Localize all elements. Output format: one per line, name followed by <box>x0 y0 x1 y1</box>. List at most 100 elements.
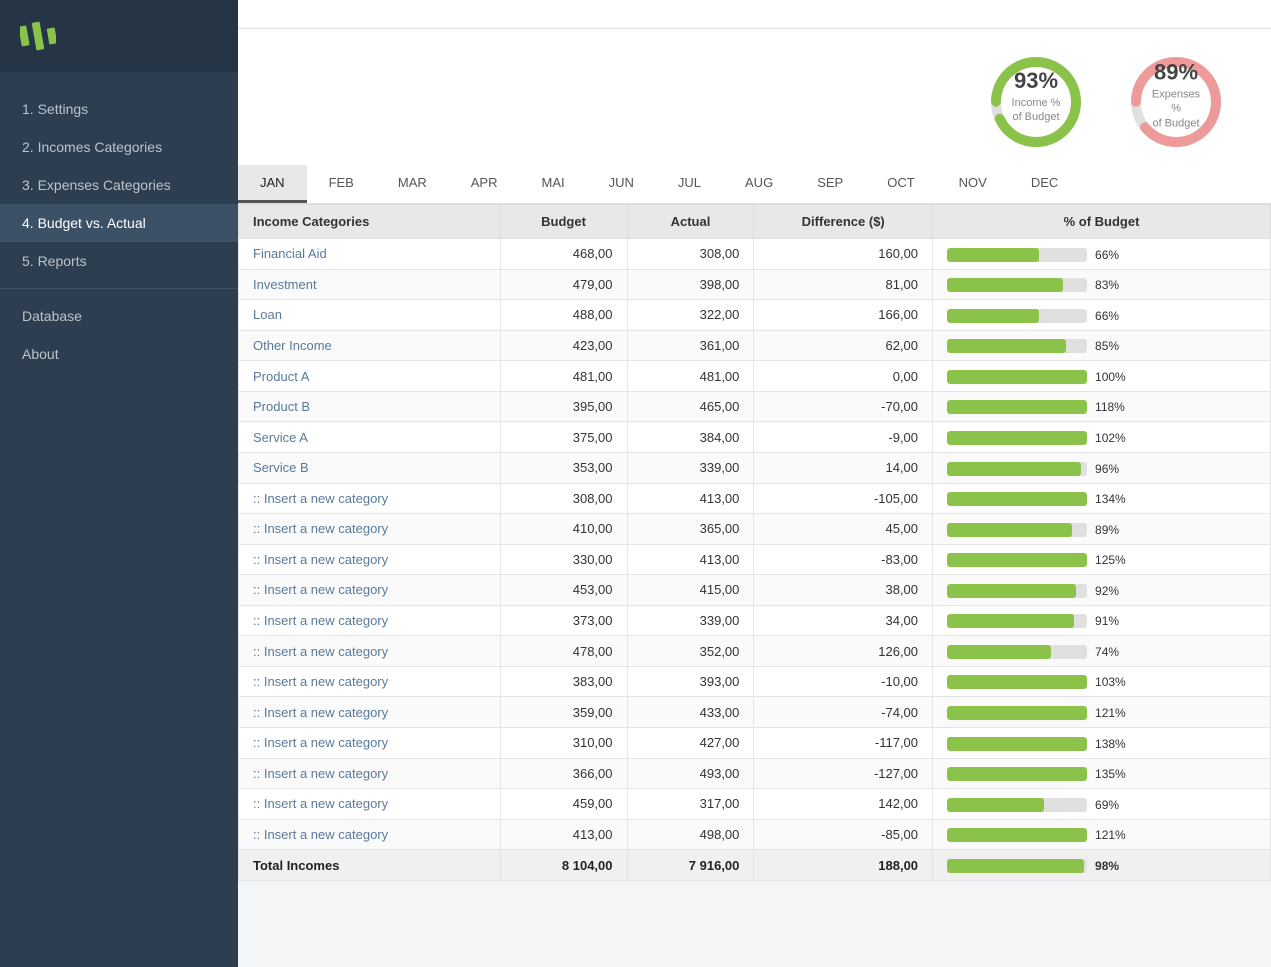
cell-pct: 134% <box>933 483 1271 514</box>
cell-pct: 135% <box>933 758 1271 789</box>
pct-label: 100% <box>1095 370 1130 384</box>
tab-month-nov[interactable]: NOV <box>937 165 1009 203</box>
cell-actual: 339,00 <box>627 605 754 636</box>
tab-month-sep[interactable]: SEP <box>795 165 865 203</box>
cell-budget: 488,00 <box>500 300 627 331</box>
cell-pct: 92% <box>933 575 1271 606</box>
cell-actual: 398,00 <box>627 269 754 300</box>
table-row: :: Insert a new category308,00413,00-105… <box>239 483 1271 514</box>
cell-diff: 126,00 <box>754 636 933 667</box>
bar-fill <box>947 553 1087 567</box>
cell-diff: -74,00 <box>754 697 933 728</box>
tab-month-apr[interactable]: APR <box>449 165 520 203</box>
cell-budget: 395,00 <box>500 391 627 422</box>
income-chart-pct: 93% <box>1012 68 1061 94</box>
tab-month-oct[interactable]: OCT <box>865 165 936 203</box>
cell-actual: 308,00 <box>627 239 754 270</box>
cell-pct: 74% <box>933 636 1271 667</box>
tab-month-dec[interactable]: DEC <box>1009 165 1080 203</box>
cell-pct: 69% <box>933 789 1271 820</box>
sidebar: 1. Settings2. Incomes Categories3. Expen… <box>0 0 238 967</box>
cell-pct: 85% <box>933 330 1271 361</box>
pct-label: 66% <box>1095 309 1130 323</box>
cell-diff: 34,00 <box>754 605 933 636</box>
sidebar-item-incomes[interactable]: 2. Incomes Categories <box>0 128 238 166</box>
cell-pct: 83% <box>933 269 1271 300</box>
pct-label: 103% <box>1095 675 1130 689</box>
cell-budget: 478,00 <box>500 636 627 667</box>
tab-month-jun[interactable]: JUN <box>587 165 656 203</box>
cell-pct: 66% <box>933 239 1271 270</box>
cell-diff: 45,00 <box>754 514 933 545</box>
cell-actual: 433,00 <box>627 697 754 728</box>
table-row: Product A481,00481,000,00100% <box>239 361 1271 392</box>
pct-label: 91% <box>1095 614 1130 628</box>
cell-actual: 393,00 <box>627 666 754 697</box>
bar-fill <box>947 737 1087 751</box>
pct-label: 74% <box>1095 645 1130 659</box>
cell-actual: 384,00 <box>627 422 754 453</box>
table-row: :: Insert a new category453,00415,0038,0… <box>239 575 1271 606</box>
cell-diff: 0,00 <box>754 361 933 392</box>
sidebar-item-about[interactable]: About <box>0 335 238 373</box>
cell-pct: 125% <box>933 544 1271 575</box>
cell-category: :: Insert a new category <box>239 758 501 789</box>
cell-actual: 413,00 <box>627 483 754 514</box>
data-table: Income CategoriesBudgetActualDifference … <box>238 204 1271 881</box>
cell-pct: 121% <box>933 819 1271 850</box>
cell-actual: 413,00 <box>627 544 754 575</box>
cell-diff: -10,00 <box>754 666 933 697</box>
totals-label: Total Incomes <box>239 850 501 881</box>
sidebar-item-reports[interactable]: 5. Reports <box>0 242 238 280</box>
cell-diff: 142,00 <box>754 789 933 820</box>
cell-category: Product B <box>239 391 501 422</box>
tab-month-jul[interactable]: JUL <box>656 165 723 203</box>
month-tabs: JANFEBMARAPRMAIJUNJULAUGSEPOCTNOVDEC <box>238 165 1271 204</box>
income-chart-container: 93%Income %of Budget <box>981 47 1091 157</box>
table-row: Service A375,00384,00-9,00102% <box>239 422 1271 453</box>
cell-pct: 121% <box>933 697 1271 728</box>
table-row: :: Insert a new category413,00498,00-85,… <box>239 819 1271 850</box>
adnia-logo-icon <box>20 18 56 54</box>
col-header-difference----: Difference ($) <box>754 205 933 239</box>
cell-actual: 361,00 <box>627 330 754 361</box>
cell-actual: 493,00 <box>627 758 754 789</box>
sidebar-item-budget[interactable]: 4. Budget vs. Actual <box>0 204 238 242</box>
cell-category: :: Insert a new category <box>239 697 501 728</box>
cell-category: :: Insert a new category <box>239 544 501 575</box>
tab-month-mai[interactable]: MAI <box>519 165 586 203</box>
cell-pct: 96% <box>933 452 1271 483</box>
charts-row: 93%Income %of Budget89%Expenses %of Budg… <box>238 29 1271 165</box>
pct-label: 89% <box>1095 523 1130 537</box>
col-header---of-budget: % of Budget <box>933 205 1271 239</box>
bar-fill <box>947 675 1087 689</box>
tab-month-jan[interactable]: JAN <box>238 165 307 203</box>
totals-pct: 98% <box>933 850 1271 881</box>
pct-label: 121% <box>1095 706 1130 720</box>
cell-diff: 14,00 <box>754 452 933 483</box>
cell-category: :: Insert a new category <box>239 636 501 667</box>
cell-diff: -9,00 <box>754 422 933 453</box>
tab-month-feb[interactable]: FEB <box>307 165 376 203</box>
bar-fill <box>947 278 1063 292</box>
sidebar-item-expenses[interactable]: 3. Expenses Categories <box>0 166 238 204</box>
tab-month-aug[interactable]: AUG <box>723 165 795 203</box>
bar-bg <box>947 737 1087 751</box>
table-row: Other Income423,00361,0062,0085% <box>239 330 1271 361</box>
cell-pct: 138% <box>933 728 1271 759</box>
expenses-chart-pct: 89% <box>1149 59 1204 85</box>
sidebar-item-database[interactable]: Database <box>0 297 238 335</box>
cell-category: :: Insert a new category <box>239 666 501 697</box>
sidebar-item-settings[interactable]: 1. Settings <box>0 90 238 128</box>
pct-label: 118% <box>1095 400 1130 414</box>
bar-fill <box>947 767 1087 781</box>
cell-diff: 160,00 <box>754 239 933 270</box>
cell-pct: 103% <box>933 666 1271 697</box>
tab-month-mar[interactable]: MAR <box>376 165 449 203</box>
pct-label: 69% <box>1095 798 1130 812</box>
bar-bg <box>947 675 1087 689</box>
bar-fill <box>947 431 1087 445</box>
cell-category: Financial Aid <box>239 239 501 270</box>
cell-budget: 359,00 <box>500 697 627 728</box>
cell-actual: 415,00 <box>627 575 754 606</box>
